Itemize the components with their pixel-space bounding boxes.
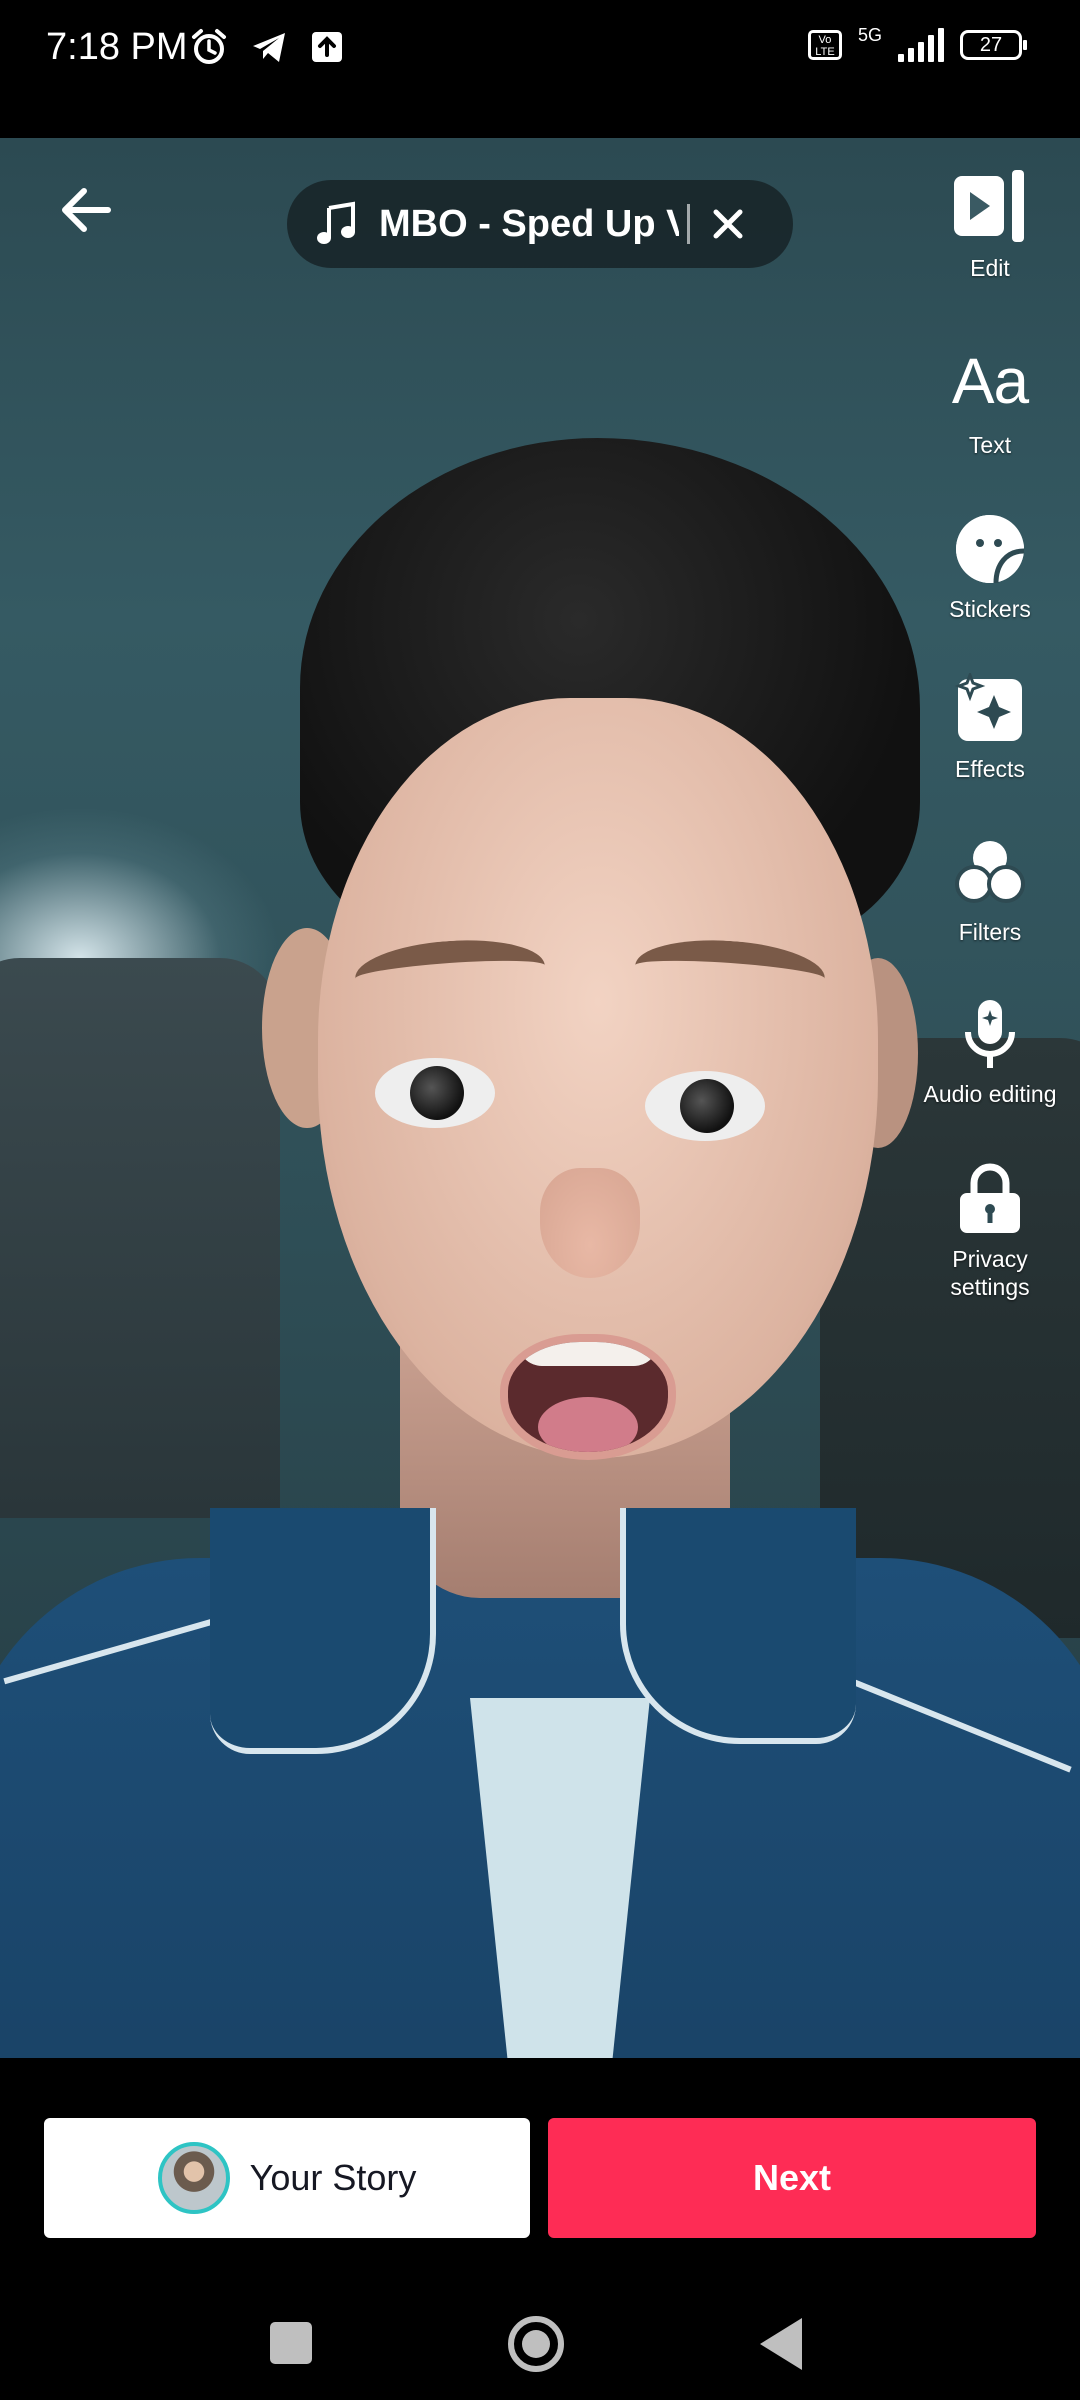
avatar-eye-right <box>645 1071 765 1141</box>
recents-icon[interactable] <box>270 2322 312 2364</box>
tool-edit[interactable]: Edit <box>900 168 1080 282</box>
your-story-label: Your Story <box>249 2157 417 2198</box>
effects-sparkle-icon <box>954 673 1022 741</box>
close-icon[interactable] <box>708 204 748 244</box>
sound-divider <box>687 204 690 244</box>
tool-audio-editing[interactable]: Audio editing <box>900 998 1080 1108</box>
battery-icon: 27 <box>960 30 1027 60</box>
tool-edit-label: Edit <box>970 255 1010 281</box>
tool-stickers[interactable]: Stickers <box>900 513 1080 623</box>
tool-filters-label: Filters <box>958 919 1022 945</box>
alarm-icon <box>192 29 226 64</box>
sound-title: MBO - Sped Up V <box>379 202 679 245</box>
avatar-collar-left <box>210 1508 436 1754</box>
home-icon[interactable] <box>508 2316 564 2372</box>
sound-selector[interactable]: MBO - Sped Up V <box>287 180 793 268</box>
sticker-icon <box>956 515 1025 584</box>
tool-text[interactable]: Aa Text <box>900 343 1080 459</box>
next-button[interactable]: Next <box>548 2118 1036 2238</box>
system-nav-bar <box>0 2300 1080 2400</box>
nav-back-icon[interactable] <box>760 2318 802 2370</box>
status-system-icons: Vo LTE 5G 27 <box>807 24 1027 62</box>
tool-filters[interactable]: Filters <box>900 836 1080 946</box>
tool-effects[interactable]: Effects <box>900 673 1080 783</box>
lock-icon <box>960 1163 1020 1233</box>
back-arrow-icon[interactable] <box>56 180 116 240</box>
microphone-icon <box>965 1000 1015 1068</box>
next-label: Next <box>752 2157 832 2198</box>
status-time: 7:18 PM <box>46 26 188 68</box>
avatar-nose <box>540 1168 640 1278</box>
tool-text-label: Text <box>968 432 1012 458</box>
filters-icon <box>955 841 1025 903</box>
telegram-icon <box>253 33 285 62</box>
bottom-action-bar: Your Story Next <box>0 2058 1080 2400</box>
music-note-icon <box>317 201 355 244</box>
status-bar: 7:18 PM Vo LTE 5G 27 <box>0 0 1080 138</box>
avatar <box>157 2142 230 2214</box>
tool-privacy-label-line1: Privacy <box>952 1246 1028 1272</box>
tool-stickers-label: Stickers <box>949 596 1031 622</box>
avatar-eye-left <box>375 1058 495 1128</box>
avatar-collar-right <box>620 1508 856 1744</box>
edit-clip-icon <box>954 170 1024 242</box>
your-story-button[interactable]: Your Story <box>44 2118 530 2238</box>
tool-effects-label: Effects <box>955 756 1025 782</box>
status-notification-icons <box>190 28 344 66</box>
upload-icon <box>312 32 342 62</box>
tool-privacy-settings[interactable]: Privacy settings <box>900 1163 1080 1301</box>
text-icon: Aa <box>951 345 1029 417</box>
tool-audio-editing-label: Audio editing <box>923 1081 1057 1107</box>
tool-privacy-label-line2: settings <box>950 1274 1030 1300</box>
car-seat-left <box>0 958 280 1518</box>
signal-icon <box>898 28 944 62</box>
volte-icon: Vo LTE <box>807 30 842 60</box>
avatar-mouth <box>500 1334 676 1460</box>
network-type: 5G <box>857 24 882 45</box>
